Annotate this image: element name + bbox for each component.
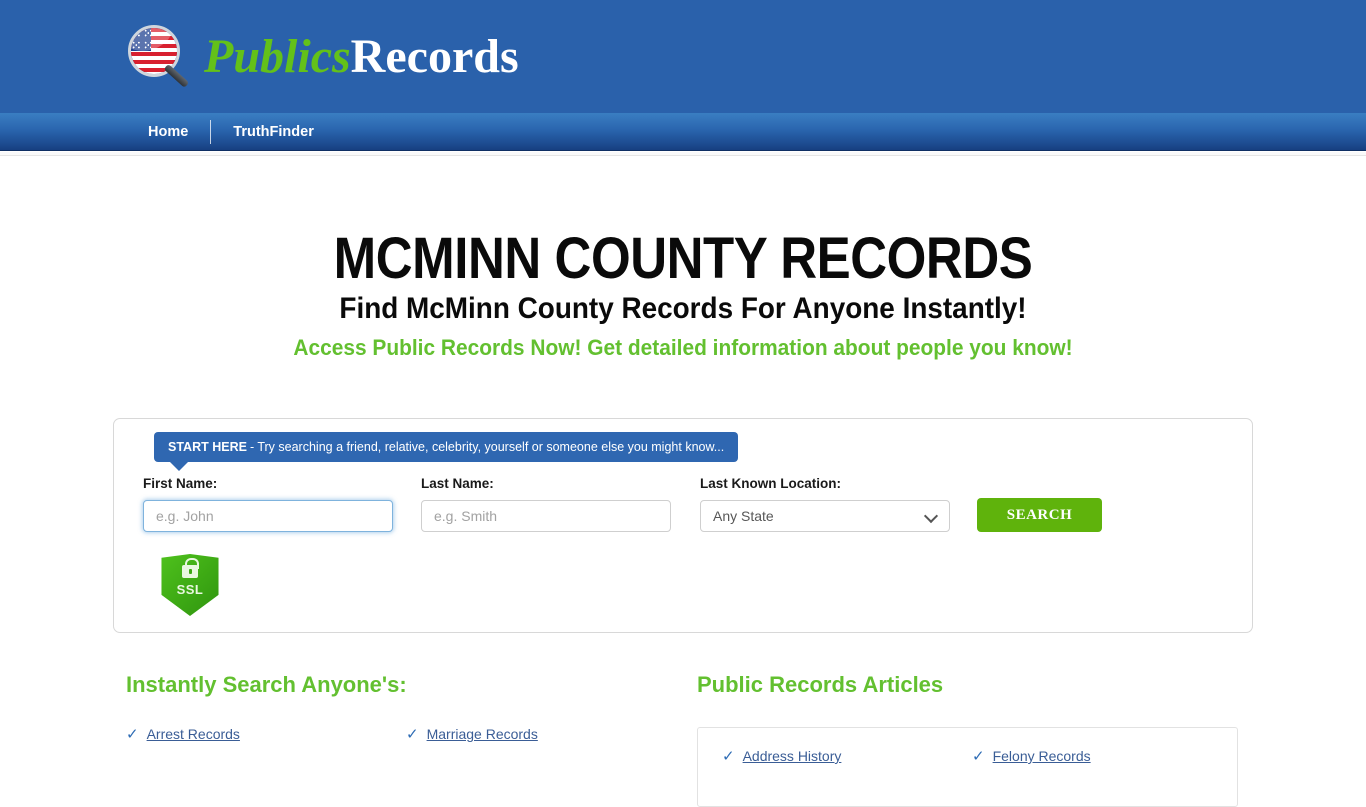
instant-search-heading: Instantly Search Anyone's: [126,672,407,697]
list-item: ✓ Address History [722,748,972,764]
nav-item-home[interactable]: Home [126,113,210,151]
location-label: Last Known Location: [700,476,841,491]
main-navigation: Home TruthFinder [0,113,1366,151]
check-icon: ✓ [722,748,735,765]
articles-link-grid: ✓ Address History ✓ Felony Records [722,748,1222,786]
search-button[interactable]: SEARCH [977,498,1102,532]
last-name-input[interactable] [421,500,671,532]
ssl-badge-label: SSL [176,582,204,597]
start-here-callout: START HERE - Try searching a friend, rel… [154,432,739,471]
check-icon: ✓ [406,726,419,743]
first-name-label: First Name: [143,476,218,491]
logo-text-secondary: Records [350,30,519,83]
list-item: ✓ Felony Records [972,748,1222,764]
articles-box: ✓ Address History ✓ Felony Records [697,727,1238,807]
nav-item-truthfinder[interactable]: TruthFinder [211,113,336,151]
location-select[interactable]: Any State [700,500,950,532]
link-marriage-records[interactable]: Marriage Records [427,726,538,742]
instant-search-section: Instantly Search Anyone's: ✓ Arrest Reco… [126,672,686,764]
logo-text-primary: Publics [204,30,351,83]
magnifying-glass-us-flag-icon [126,23,200,91]
site-header: PublicsRecords [0,0,1366,113]
search-panel: START HERE - Try searching a friend, rel… [113,418,1253,633]
page-subtitle: Find McMinn County Records For Anyone In… [339,291,1027,325]
check-icon: ✓ [126,726,139,743]
site-logo[interactable]: PublicsRecords [126,22,519,92]
ssl-badge: SSL [159,554,221,616]
list-item: ✓ Marriage Records [406,726,686,742]
first-name-input[interactable] [143,500,393,532]
start-here-label: START HERE [168,440,247,454]
start-here-text: - Try searching a friend, relative, cele… [249,440,725,454]
list-item: ✓ Arrest Records [126,726,406,742]
link-address-history[interactable]: Address History [743,748,842,764]
articles-heading: Public Records Articles [697,672,944,697]
link-felony-records[interactable]: Felony Records [993,748,1091,764]
padlock-icon [182,558,199,578]
last-name-label: Last Name: [421,476,494,491]
check-icon: ✓ [972,748,985,765]
page-tagline: Access Public Records Now! Get detailed … [293,335,1073,360]
link-arrest-records[interactable]: Arrest Records [147,726,240,742]
articles-section: Public Records Articles [697,672,1238,726]
logo-wordmark: PublicsRecords [204,33,519,81]
nav-bottom-rule [0,152,1366,156]
instant-search-link-grid: ✓ Arrest Records ✓ Marriage Records [126,726,686,764]
page-title: MCMINN COUNTY RECORDS [333,225,1033,291]
